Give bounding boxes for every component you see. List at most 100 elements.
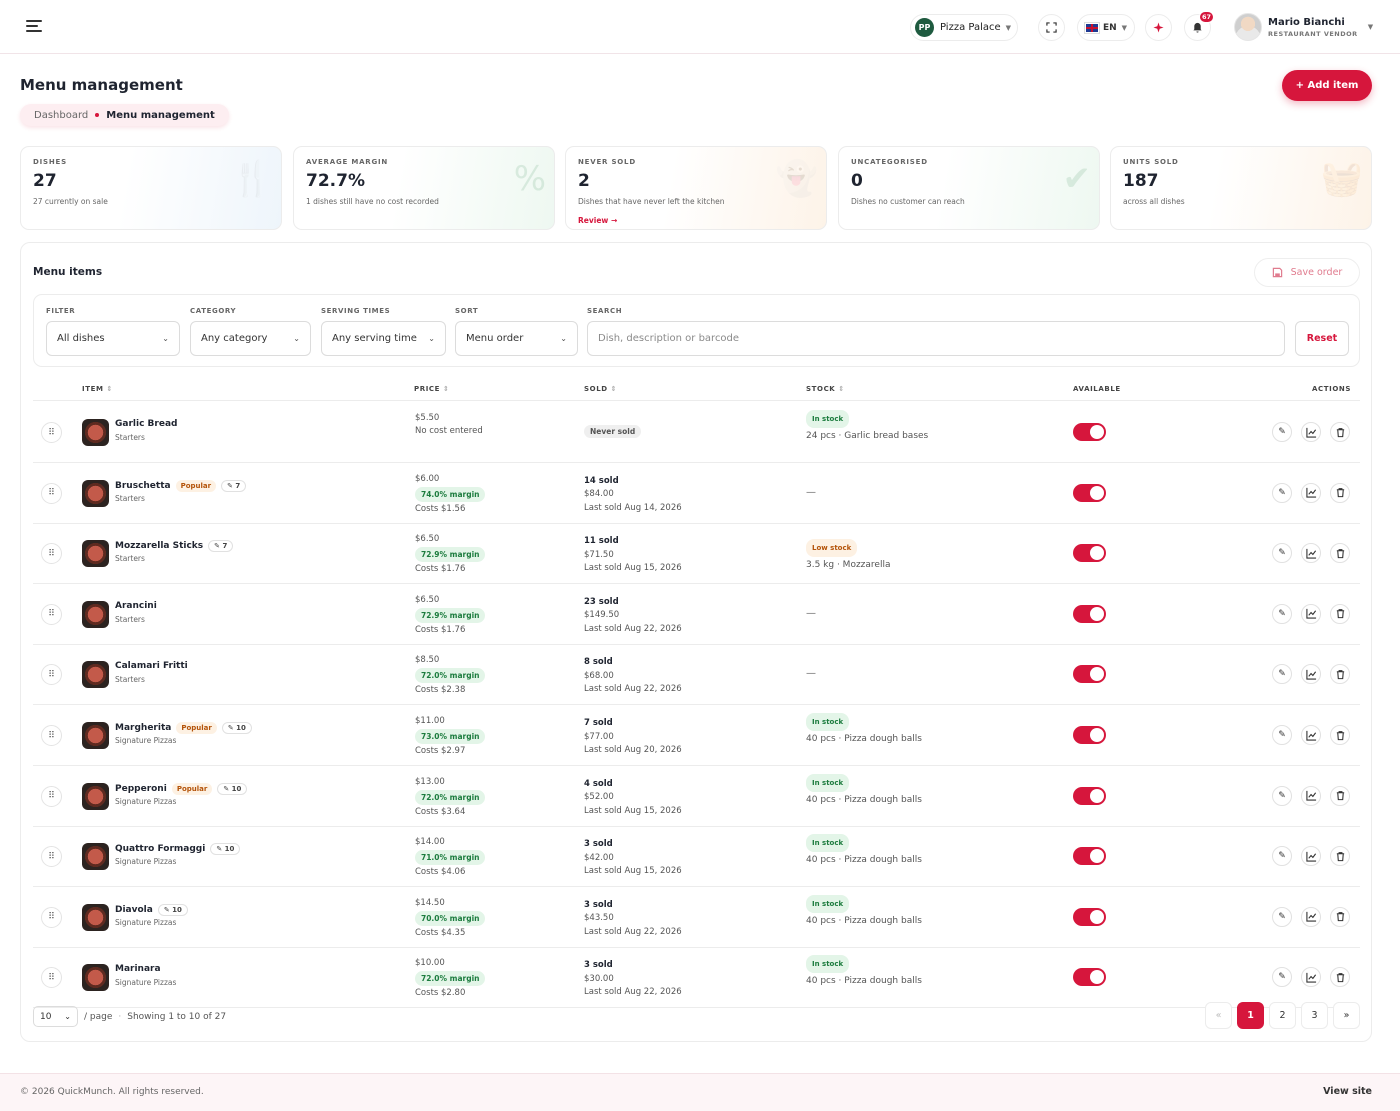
edit-button[interactable]: ✎ bbox=[1272, 422, 1292, 442]
availability-toggle[interactable] bbox=[1073, 423, 1106, 441]
fullscreen-button[interactable] bbox=[1038, 14, 1065, 41]
edit-button[interactable]: ✎ bbox=[1272, 906, 1292, 927]
edit-button[interactable]: ✎ bbox=[1272, 664, 1292, 685]
language-switcher[interactable]: EN ▼ bbox=[1077, 14, 1135, 41]
availability-toggle[interactable] bbox=[1073, 968, 1106, 987]
stats-button[interactable] bbox=[1301, 603, 1321, 624]
add-item-button[interactable]: + Add item bbox=[1282, 70, 1372, 101]
column-stock[interactable]: STOCK ⇕ bbox=[806, 385, 845, 393]
stats-button[interactable] bbox=[1301, 543, 1321, 564]
dish-name[interactable]: Calamari Fritti bbox=[115, 661, 188, 671]
delete-button[interactable] bbox=[1330, 967, 1350, 988]
dish-name[interactable]: Garlic Bread bbox=[115, 419, 177, 429]
edit-button[interactable]: ✎ bbox=[1272, 482, 1292, 503]
view-site-link[interactable]: View site bbox=[1323, 1086, 1372, 1097]
page-button-2[interactable]: 2 bbox=[1269, 1002, 1296, 1029]
edit-button[interactable]: ✎ bbox=[1272, 603, 1292, 624]
stats-button[interactable] bbox=[1301, 422, 1321, 442]
delete-button[interactable] bbox=[1330, 846, 1350, 867]
drag-handle-icon[interactable]: ⠿ bbox=[41, 482, 62, 504]
availability-toggle[interactable] bbox=[1073, 907, 1106, 926]
drag-handle-icon[interactable]: ⠿ bbox=[41, 725, 62, 746]
drag-handle-icon[interactable]: ⠿ bbox=[41, 603, 62, 625]
sold-count: 3 sold bbox=[584, 899, 613, 910]
price: $14.00 bbox=[415, 837, 445, 848]
delete-button[interactable] bbox=[1330, 422, 1350, 442]
availability-toggle[interactable] bbox=[1073, 726, 1106, 744]
reset-button[interactable]: Reset bbox=[1295, 321, 1349, 356]
wand-icon: ✎ bbox=[216, 845, 223, 854]
menu-toggle-icon[interactable] bbox=[26, 20, 42, 33]
dish-name[interactable]: Diavola bbox=[115, 905, 153, 915]
dish-name[interactable]: Mozzarella Sticks bbox=[115, 541, 203, 551]
availability-toggle[interactable] bbox=[1073, 847, 1106, 866]
column-sold[interactable]: SOLD ⇕ bbox=[584, 385, 617, 393]
page-size-select[interactable]: 10 ⌄ bbox=[33, 1006, 78, 1027]
column-item[interactable]: ITEM ⇕ bbox=[82, 385, 113, 393]
delete-button[interactable] bbox=[1330, 543, 1350, 564]
next-page-button[interactable]: » bbox=[1333, 1002, 1360, 1029]
stats-button[interactable] bbox=[1301, 967, 1321, 988]
breadcrumb-dashboard-link[interactable]: Dashboard bbox=[34, 110, 88, 121]
edit-button[interactable]: ✎ bbox=[1272, 846, 1292, 867]
ai-assistant-button[interactable] bbox=[1145, 14, 1172, 41]
edit-button[interactable]: ✎ bbox=[1272, 967, 1292, 988]
dish-name[interactable]: Pepperoni bbox=[115, 784, 167, 794]
delete-button[interactable] bbox=[1330, 785, 1350, 806]
page-button-1[interactable]: 1 bbox=[1237, 1002, 1264, 1029]
filter-select[interactable]: All dishes ⌄ bbox=[46, 321, 180, 356]
modifier-count-badge: ✎ 7 bbox=[221, 479, 247, 492]
edit-button[interactable]: ✎ bbox=[1272, 543, 1292, 564]
column-price[interactable]: PRICE ⇕ bbox=[414, 385, 450, 393]
drag-handle-icon[interactable]: ⠿ bbox=[41, 967, 62, 989]
sort-select[interactable]: Menu order ⌄ bbox=[455, 321, 578, 356]
vendor-switcher[interactable]: PP Pizza Palace ▼ bbox=[910, 14, 1018, 41]
drag-handle-icon[interactable]: ⠿ bbox=[41, 846, 62, 868]
search-label: SEARCH bbox=[587, 307, 623, 315]
stat-card-never-sold: NEVER SOLD 2 Dishes that have never left… bbox=[565, 146, 827, 230]
stats-button[interactable] bbox=[1301, 664, 1321, 685]
category-select[interactable]: Any category ⌄ bbox=[190, 321, 311, 356]
availability-toggle[interactable] bbox=[1073, 604, 1106, 623]
delete-button[interactable] bbox=[1330, 725, 1350, 745]
search-input[interactable] bbox=[587, 321, 1285, 356]
delete-button[interactable] bbox=[1330, 482, 1350, 503]
drag-handle-icon[interactable]: ⠿ bbox=[41, 543, 62, 565]
page-button-3[interactable]: 3 bbox=[1301, 1002, 1328, 1029]
drag-handle-icon[interactable]: ⠿ bbox=[41, 422, 62, 443]
dish-name[interactable]: Arancini bbox=[115, 601, 157, 611]
drag-handle-icon[interactable]: ⠿ bbox=[41, 785, 62, 807]
stock-cell: In stock 40 pcs · Pizza dough balls bbox=[806, 773, 922, 808]
stock-text: 40 pcs · Pizza dough balls bbox=[806, 976, 922, 987]
availability-toggle[interactable] bbox=[1073, 544, 1106, 563]
drag-handle-icon[interactable]: ⠿ bbox=[41, 906, 62, 928]
stats-button[interactable] bbox=[1301, 846, 1321, 867]
stats-button[interactable] bbox=[1301, 725, 1321, 745]
delete-button[interactable] bbox=[1330, 603, 1350, 624]
edit-button[interactable]: ✎ bbox=[1272, 785, 1292, 806]
stats-button[interactable] bbox=[1301, 906, 1321, 927]
user-menu[interactable]: Mario Bianchi RESTAURANT VENDOR ▼ bbox=[1234, 12, 1373, 42]
stats-button[interactable] bbox=[1301, 785, 1321, 806]
edit-button[interactable]: ✎ bbox=[1272, 725, 1292, 745]
delete-button[interactable] bbox=[1330, 664, 1350, 685]
stats-button[interactable] bbox=[1301, 482, 1321, 503]
availability-toggle[interactable] bbox=[1073, 483, 1106, 502]
dish-thumbnail bbox=[82, 661, 109, 689]
popular-badge: Popular bbox=[175, 479, 217, 492]
prev-page-button[interactable]: « bbox=[1205, 1002, 1232, 1029]
dish-name[interactable]: Margherita bbox=[115, 723, 171, 733]
sold-count: 7 sold bbox=[584, 718, 613, 728]
drag-handle-icon[interactable]: ⠿ bbox=[41, 664, 62, 686]
category-label: CATEGORY bbox=[190, 307, 237, 315]
notifications-button[interactable]: 67 bbox=[1184, 11, 1214, 41]
dish-name[interactable]: Bruschetta bbox=[115, 481, 171, 491]
serving-times-select[interactable]: Any serving time ⌄ bbox=[321, 321, 446, 356]
availability-toggle[interactable] bbox=[1073, 786, 1106, 805]
delete-button[interactable] bbox=[1330, 906, 1350, 927]
dish-name[interactable]: Marinara bbox=[115, 964, 161, 974]
save-order-button[interactable]: Save order bbox=[1254, 258, 1360, 287]
dish-name[interactable]: Quattro Formaggi bbox=[115, 844, 205, 854]
availability-toggle[interactable] bbox=[1073, 665, 1106, 684]
review-link[interactable]: Review → bbox=[578, 216, 814, 225]
